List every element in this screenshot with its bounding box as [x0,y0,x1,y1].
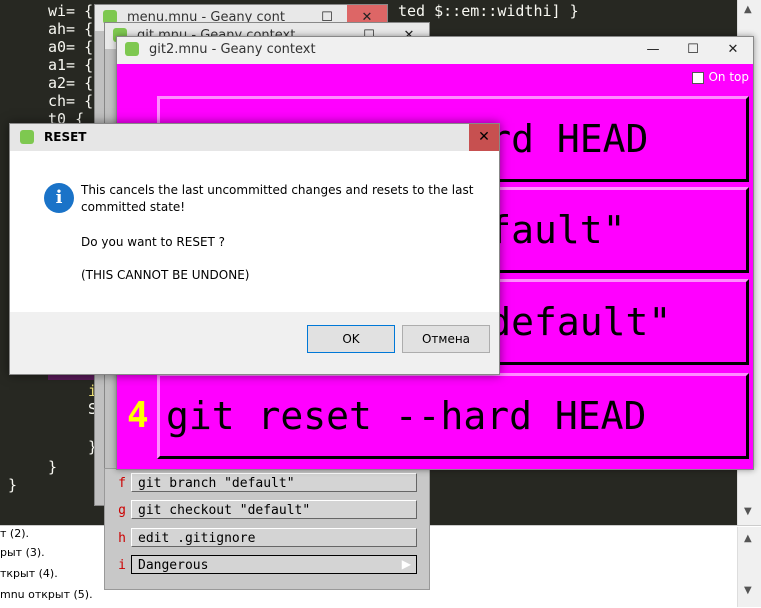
window-title: git2.mnu - Geany context [149,42,316,57]
close-button[interactable]: ✕ [713,37,753,63]
code-line: ah= { [48,20,94,38]
code-line: } [8,476,18,494]
menu-item[interactable]: h edit .gitignore [113,528,419,549]
code-line: a2= { [48,74,94,92]
dialog-message: This cancels the last uncommitted change… [81,183,474,197]
menu-item-button[interactable]: git checkout "default" [131,500,417,519]
menu-item[interactable]: i Dangerous ▶ [113,555,419,576]
scroll-down-icon[interactable]: ▼ [744,585,752,596]
scroll-up-icon[interactable]: ▲ [744,533,752,544]
message-line: т (2). [0,527,29,540]
dialog-warning: (THIS CANNOT BE UNDONE) [81,268,250,282]
message-line: mnu открыт (5). [0,588,93,601]
maximize-button[interactable]: ☐ [673,37,713,63]
close-button[interactable]: ✕ [469,124,499,151]
menu-item[interactable]: g git checkout "default" [113,500,419,521]
git-command-button[interactable]: git reset --hard HEAD [157,373,749,459]
minimize-button[interactable]: — [633,37,673,63]
menu-item-button[interactable]: edit .gitignore [131,528,417,547]
submenu-arrow-icon: ▶ [401,557,411,571]
message-line: ткрыт (4). [0,567,58,580]
dialog-titlebar[interactable]: RESET ✕ [10,124,499,151]
on-top-label: On top [708,70,749,84]
button-label: git reset --hard HEAD [166,394,647,438]
code-line: ch= { [48,92,94,110]
messages-scrollbar[interactable]: ▲ ▼ [737,527,761,607]
info-icon: i [44,183,74,213]
dialog-message: committed state! [81,200,186,214]
dialog-footer: OK Отмена [10,312,499,374]
dialog-title: RESET [44,130,87,144]
checkbox-icon[interactable] [692,71,705,84]
scroll-down-icon[interactable]: ▼ [744,506,752,517]
ok-button[interactable]: OK [307,325,395,353]
reset-dialog: RESET ✕ i This cancels the last uncommit… [9,123,500,375]
geany-icon [125,42,139,56]
menu-item-button[interactable]: git branch "default" [131,473,417,492]
menu-item-key: f [118,476,126,491]
on-top-checkbox[interactable]: On top [692,70,749,84]
dialog-question: Do you want to RESET ? [81,235,226,249]
message-line: рыт (3). [0,546,45,559]
code-line: a1= { [48,56,94,74]
code-line: a0= { [48,38,94,56]
menu-item-key: g [118,503,126,518]
code-line: } [48,458,58,476]
code-line: wi= { [48,2,94,20]
geany-icon [20,130,34,144]
shortcut-number: 4 [127,395,149,436]
window-titlebar[interactable]: git2.mnu - Geany context — ☐ ✕ [117,37,753,64]
submenu-button[interactable]: Dangerous [131,555,417,574]
menu-item-key: h [118,531,126,546]
menu-item-key: i [118,558,126,573]
code-line-tail: ted $::em::widthi] } [398,2,579,20]
git-menu-list: f git branch "default" g git checkout "d… [104,468,430,590]
menu-item[interactable]: f git branch "default" [113,473,419,494]
scroll-up-icon[interactable]: ▲ [744,4,752,15]
cancel-button[interactable]: Отмена [402,325,490,353]
